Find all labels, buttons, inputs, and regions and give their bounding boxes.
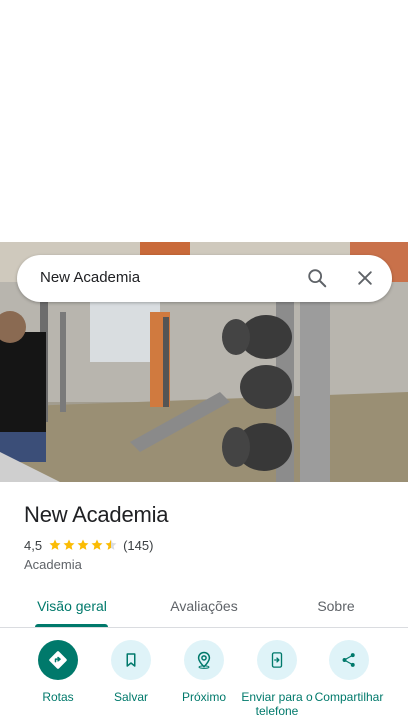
rating-value: 4,5 (24, 537, 43, 553)
send-to-phone-button[interactable]: Enviar para o telefone (239, 640, 315, 718)
search-bar[interactable]: New Academia (17, 255, 392, 302)
action-bar: Rotas Salvar Próximo Enviar para o telef… (0, 640, 408, 726)
tab-about[interactable]: Sobre (290, 584, 382, 627)
send-to-phone-icon[interactable] (257, 640, 297, 680)
directions-icon[interactable] (38, 640, 78, 680)
star-icon (49, 539, 61, 550)
send-to-phone-label: Enviar para o telefone (241, 690, 313, 718)
active-tab-indicator (35, 624, 108, 627)
nearby-label: Próximo (181, 690, 226, 704)
star-rating (48, 538, 118, 552)
star-icon (63, 539, 75, 550)
nearby-icon[interactable] (184, 640, 224, 680)
bookmark-icon[interactable] (111, 640, 151, 680)
place-category[interactable]: Academia (24, 557, 82, 572)
share-button[interactable]: Compartilhar (311, 640, 387, 704)
nearby-button[interactable]: Próximo (166, 640, 242, 704)
tab-reviews[interactable]: Avaliações (156, 584, 252, 627)
share-icon[interactable] (329, 640, 369, 680)
tab-overview[interactable]: Visão geral (24, 584, 120, 627)
save-button[interactable]: Salvar (93, 640, 169, 704)
close-icon[interactable] (352, 265, 378, 291)
star-icon (91, 539, 103, 550)
search-icon[interactable] (304, 265, 330, 291)
share-label: Compartilhar (314, 690, 384, 704)
save-label: Salvar (113, 690, 148, 704)
star-icon (77, 539, 89, 550)
directions-button[interactable]: Rotas (20, 640, 96, 704)
place-title: New Academia (24, 502, 169, 527)
star-icon (105, 539, 117, 550)
search-query[interactable]: New Academia (40, 269, 140, 286)
rating-row[interactable]: 4,5 (145) (24, 536, 153, 554)
directions-label: Rotas (42, 690, 74, 704)
review-count[interactable]: (145) (123, 538, 153, 553)
tab-bar: Visão geral Avaliações Sobre (0, 584, 408, 628)
screen: New Academia New Academia 4,5 (145) Acad… (0, 0, 408, 726)
